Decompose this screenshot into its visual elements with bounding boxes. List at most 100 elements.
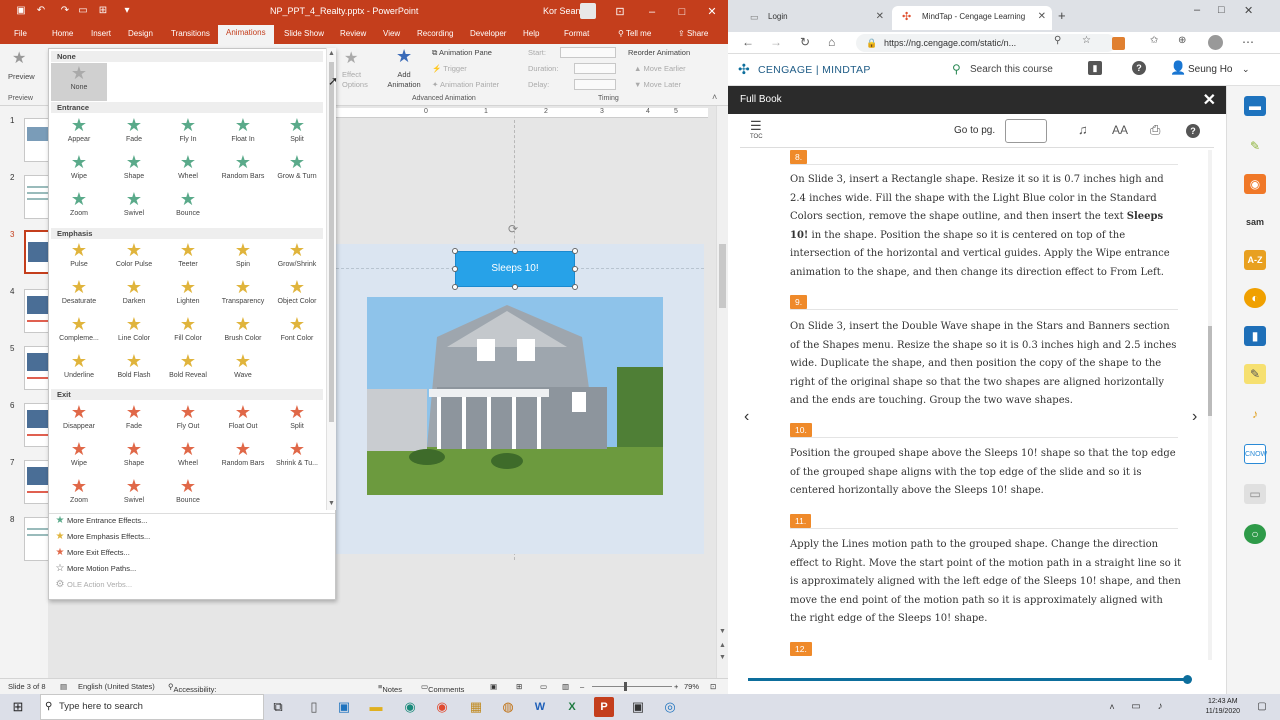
file-explorer-icon[interactable]: ▬: [366, 697, 386, 717]
course-search-input[interactable]: Search this course: [970, 64, 1053, 75]
app-icon[interactable]: ◍: [498, 697, 518, 717]
effect-random-bars[interactable]: ★ Random Bars: [215, 439, 271, 475]
effect-fade[interactable]: ★ Fade: [106, 402, 162, 438]
progress-bar[interactable]: [748, 678, 1188, 681]
effect-spin[interactable]: ★ Spin: [215, 240, 271, 276]
slideshow-icon[interactable]: ▭: [76, 4, 90, 18]
user-icon[interactable]: 👤: [1170, 60, 1186, 76]
maximize-icon[interactable]: □: [1218, 4, 1225, 16]
book-icon[interactable]: ▮: [1244, 326, 1266, 346]
effect-swivel[interactable]: ★ Swivel: [106, 476, 162, 512]
read-speaker-icon[interactable]: ♪: [1244, 404, 1266, 424]
sleeps-shape[interactable]: Sleeps 10!: [455, 251, 575, 287]
connect-icon[interactable]: ○: [1244, 524, 1266, 544]
notifications-icon[interactable]: ▢: [1252, 697, 1272, 717]
language-status[interactable]: English (United States): [78, 682, 155, 691]
effect-float-in[interactable]: ★ Float In: [215, 115, 271, 151]
share-button[interactable]: ⇪ Share: [674, 27, 712, 41]
search-icon[interactable]: ⚲: [952, 62, 961, 76]
slideshow-view-icon[interactable]: ▥: [562, 682, 569, 691]
effect-split[interactable]: ★ Split: [269, 115, 325, 151]
back-icon[interactable]: ←: [742, 35, 754, 49]
scroll-down-icon[interactable]: ▼: [328, 500, 335, 507]
dictionary-icon[interactable]: A-Z: [1244, 250, 1266, 270]
app-icon[interactable]: ▦: [466, 697, 486, 717]
notes-button[interactable]: ≡ Notes: [378, 682, 402, 694]
system-clock[interactable]: 12:43 AM 11/19/2020: [1205, 697, 1240, 717]
fit-slide-icon[interactable]: ⊡: [710, 682, 716, 691]
effect-options-icon[interactable]: ★: [344, 48, 358, 68]
resize-handle[interactable]: [452, 248, 458, 254]
sam-icon[interactable]: sam: [1244, 212, 1266, 232]
notes-icon[interactable]: ✎: [1244, 364, 1266, 384]
url-bar[interactable]: 🔒 https://ng.cengage.com/static/n...: [856, 34, 1116, 52]
effect-split[interactable]: ★ Split: [269, 402, 325, 438]
rotate-handle-icon[interactable]: ⟳: [508, 222, 518, 236]
effect-shape[interactable]: ★ Shape: [106, 152, 162, 188]
ole-action-verbs[interactable]: ⚙ OLE Action Verbs...: [53, 578, 133, 592]
add-animation-button[interactable]: Add Animation: [384, 70, 424, 90]
network-icon[interactable]: ▭: [1126, 697, 1146, 717]
accessibility-status[interactable]: ⚲ Accessibility: Investigate: [168, 682, 216, 703]
home-icon[interactable]: ⌂: [828, 35, 835, 49]
forward-icon[interactable]: →: [770, 35, 782, 49]
resize-handle[interactable]: [452, 284, 458, 290]
effect-object-color[interactable]: ★ Object Color: [269, 277, 325, 313]
effect-underline[interactable]: ★ Underline: [51, 351, 107, 387]
app-icon[interactable]: ◎: [660, 697, 680, 717]
prev-slide-icon[interactable]: ▲: [719, 642, 726, 649]
effect-appear[interactable]: ★ Appear: [51, 115, 107, 151]
tab-file[interactable]: File: [10, 27, 31, 41]
resize-handle[interactable]: [572, 266, 578, 272]
help-icon[interactable]: ?: [1132, 61, 1146, 75]
effect-bounce[interactable]: ★ Bounce: [160, 476, 216, 512]
excel-icon[interactable]: X: [562, 697, 582, 717]
minimize-icon[interactable]: –: [640, 2, 664, 22]
effect-bold-flash[interactable]: ★ Bold Flash: [106, 351, 162, 387]
effect-brush-color[interactable]: ★ Brush Color: [215, 314, 271, 350]
close-icon[interactable]: ✕: [1244, 4, 1253, 17]
effect-grow-shrink[interactable]: ★ Grow/Shrink: [269, 240, 325, 276]
resize-handle[interactable]: [512, 284, 518, 290]
zoom-icon[interactable]: ⚲: [1054, 35, 1061, 46]
gallery-scrollbar[interactable]: ▲ ▼: [326, 48, 336, 510]
tab-design[interactable]: Design: [124, 27, 157, 41]
trigger-button[interactable]: ⚡ Trigger: [432, 64, 467, 73]
delay-input[interactable]: [574, 79, 616, 90]
resize-handle[interactable]: [572, 248, 578, 254]
more-exit-effects[interactable]: ★ More Exit Effects...: [53, 546, 130, 560]
more-emphasis-effects[interactable]: ★ More Emphasis Effects...: [53, 530, 151, 544]
tab-help[interactable]: Help: [519, 27, 543, 41]
next-page-icon[interactable]: ›: [1192, 408, 1197, 426]
customize-icon[interactable]: ▾: [120, 4, 134, 18]
avatar[interactable]: [580, 3, 596, 19]
effect-wipe[interactable]: ★ Wipe: [51, 439, 107, 475]
effect-none[interactable]: ★ None: [51, 63, 107, 101]
favorites-icon[interactable]: ✩: [1150, 35, 1158, 46]
effect-wave[interactable]: ★ Wave: [215, 351, 271, 387]
maximize-icon[interactable]: □: [670, 2, 694, 22]
effect-options-button[interactable]: Effect Options: [342, 70, 372, 90]
tell-me[interactable]: ⚲ Tell me: [614, 27, 655, 41]
comments-button[interactable]: ▭ Comments: [421, 682, 464, 694]
user-menu-chevron-icon[interactable]: ⌄: [1242, 64, 1250, 75]
browser-tab-login[interactable]: ▭ Login ✕: [738, 6, 890, 30]
reading-view-icon[interactable]: ▭: [540, 682, 547, 691]
brand-logo[interactable]: CENGAGE | MINDTAP: [758, 64, 871, 76]
book-scrollbar[interactable]: [1208, 150, 1212, 660]
effect-zoom[interactable]: ★ Zoom: [51, 476, 107, 512]
effect-fill-color[interactable]: ★ Fill Color: [160, 314, 216, 350]
menu-icon[interactable]: ⋯: [1242, 35, 1254, 49]
preview-button[interactable]: Preview: [8, 72, 35, 81]
close-icon[interactable]: ✕: [700, 2, 724, 22]
print-icon[interactable]: ⎙: [1150, 122, 1160, 138]
tab-recording[interactable]: Recording: [413, 27, 457, 41]
redo-icon[interactable]: ↷: [58, 4, 72, 18]
tab-home[interactable]: Home: [48, 27, 77, 41]
favorite-star-icon[interactable]: ☆: [1082, 35, 1091, 46]
effect-float-out[interactable]: ★ Float Out: [215, 402, 271, 438]
tab-format[interactable]: Format: [560, 27, 593, 41]
house-photo[interactable]: [367, 297, 663, 495]
reader-help-icon[interactable]: ?: [1186, 124, 1200, 138]
zoom-level[interactable]: 79%: [684, 682, 699, 691]
